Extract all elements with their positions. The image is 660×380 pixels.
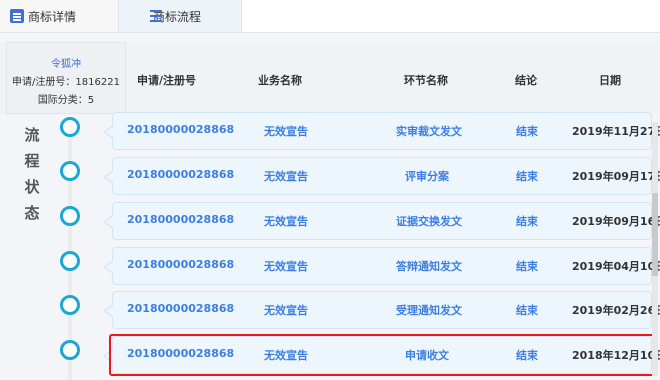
applicant-reg-number: 申请/注册号：1816221: [12, 77, 120, 88]
step-name: 评审分案: [405, 170, 449, 183]
step-name: 证据交换发文: [396, 215, 462, 228]
date: 2019年09月16日: [572, 215, 660, 228]
tab-details-label: 商标详情: [28, 9, 77, 24]
reg-number[interactable]: 20180000028868: [127, 123, 234, 136]
step-name: 答辩通知发文: [396, 260, 462, 273]
header-date: 日期: [599, 74, 621, 87]
date: 2019年02月26日: [572, 304, 660, 317]
business-name: 无效宣告: [264, 125, 308, 138]
business-name: 无效宣告: [264, 304, 308, 317]
result: 结束: [516, 260, 538, 273]
result: 结束: [516, 215, 538, 228]
date: 2019年11月27日: [572, 125, 660, 138]
business-name: 无效宣告: [264, 170, 308, 183]
table-row[interactable]: 20180000028868 无效宣告 答辩通知发文 结束 2019年04月10…: [103, 247, 660, 285]
business-name: 无效宣告: [264, 215, 308, 228]
document-icon: [10, 9, 24, 23]
business-name: 无效宣告: [264, 260, 308, 273]
timeline-node-icon: [60, 206, 80, 226]
table-row[interactable]: 20180000028868 无效宣告 受理通知发文 结束 2019年02月26…: [103, 291, 660, 329]
header-reg-no: 申请/注册号: [137, 74, 197, 87]
tab-trademark-details[interactable]: 商标详情: [0, 0, 118, 32]
reg-number[interactable]: 20180000028868: [127, 302, 234, 315]
header-result: 结论: [515, 74, 537, 87]
highlight-frame: [109, 334, 655, 376]
table-row[interactable]: 20180000028868 无效宣告 证据交换发文 结束 2019年09月16…: [103, 202, 660, 240]
timeline-node-icon: [60, 295, 80, 315]
step-name: 受理通知发文: [396, 304, 462, 317]
status-label: 流程状态: [24, 126, 40, 222]
date: 2019年04月10日: [572, 260, 660, 273]
applicant-class: 国际分类：5: [37, 95, 95, 106]
applicant-name: 令狐冲: [51, 59, 81, 70]
table-row[interactable]: 20180000028868 无效宣告 评审分案 结束 2019年09月17日: [103, 157, 660, 195]
header-step: 环节名称: [404, 74, 448, 87]
scrollbar-thumb[interactable]: [652, 193, 658, 276]
table-row[interactable]: 20180000028868 无效宣告 实审裁文发文 结束 2019年11月27…: [103, 112, 660, 150]
result: 结束: [516, 125, 538, 138]
timeline-node-icon: [60, 161, 80, 181]
result: 结束: [516, 170, 538, 183]
tab-bar: 商标详情 商标流程: [0, 0, 660, 33]
applicant-card: 令狐冲 申请/注册号：1816221 国际分类：5: [6, 42, 126, 114]
result: 结束: [516, 304, 538, 317]
reg-number[interactable]: 20180000028868: [127, 258, 234, 271]
reg-number[interactable]: 20180000028868: [127, 168, 234, 181]
tab-trademark-flow[interactable]: 商标流程: [118, 0, 242, 32]
reg-number[interactable]: 20180000028868: [127, 213, 234, 226]
step-name: 实审裁文发文: [396, 125, 462, 138]
timeline-node-icon: [60, 340, 80, 360]
timeline-node-icon: [60, 117, 80, 137]
header-business: 业务名称: [258, 74, 302, 87]
date: 2019年09月17日: [572, 170, 660, 183]
timeline-node-icon: [60, 251, 80, 271]
list-icon: [150, 10, 162, 22]
